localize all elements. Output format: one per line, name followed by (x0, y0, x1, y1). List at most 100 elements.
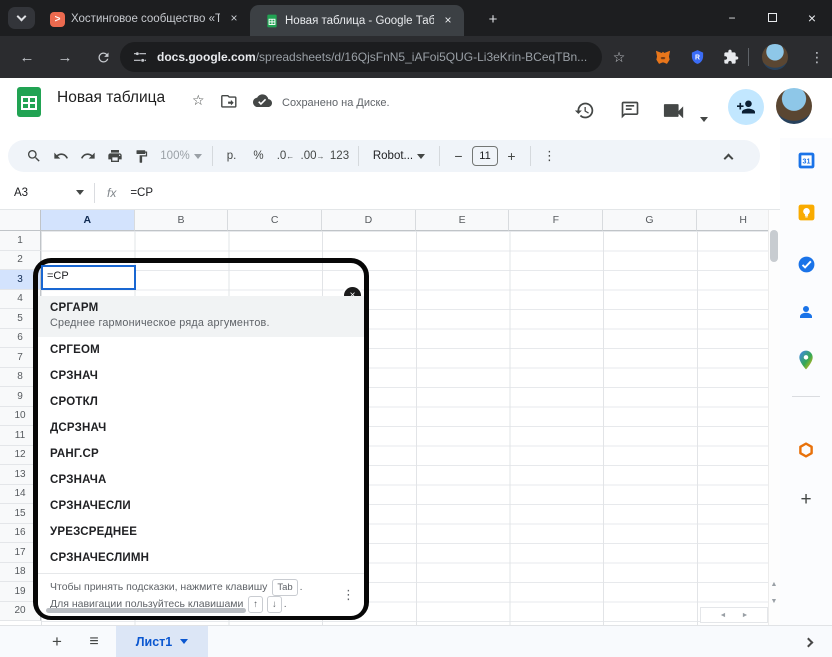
calendar-icon[interactable]: 31 (794, 148, 818, 172)
column-header-H[interactable]: H (696, 210, 768, 231)
maximize-icon (767, 13, 777, 22)
column-header-B[interactable]: B (134, 210, 229, 231)
suggestion-item[interactable]: ДСРЗНАЧ (38, 415, 364, 441)
column-header-C[interactable]: C (228, 210, 323, 231)
toolbar-divider (212, 146, 213, 166)
comments-icon[interactable] (620, 100, 640, 120)
scroll-up-icon[interactable]: ▲ (768, 581, 780, 588)
suggestion-item[interactable]: СРОТКЛ (38, 389, 364, 415)
tab-search-button[interactable] (8, 7, 35, 29)
address-bar[interactable]: docs.google.com/spreadsheets/d/16QjsFnN5… (120, 42, 602, 72)
site-settings-icon[interactable] (132, 49, 148, 65)
browser-window: > Хостинговое сообщество «Tim × Новая та… (0, 0, 832, 657)
redo-icon[interactable] (74, 143, 101, 169)
browser-menu-kebab-icon[interactable]: ⋮ (802, 36, 832, 78)
font-size-input[interactable]: 11 (472, 146, 498, 166)
column-header-G[interactable]: G (603, 210, 697, 231)
scroll-left-icon[interactable]: ◄ (717, 612, 729, 619)
browser-profile-avatar[interactable] (762, 44, 788, 70)
bookmark-star-icon[interactable]: ☆ (604, 36, 634, 78)
popup-kebab-icon[interactable]: ⋮ (342, 587, 355, 602)
increase-font-size-button[interactable]: + (498, 143, 525, 169)
metamask-extension-icon[interactable] (648, 36, 678, 78)
name-box[interactable]: A3 (14, 187, 72, 199)
tasks-icon[interactable] (794, 252, 818, 276)
formula-input[interactable]: =СР (130, 187, 153, 199)
select-all-corner[interactable] (0, 210, 41, 231)
increase-decimal-button[interactable]: .00 → (299, 143, 326, 169)
cell-editor[interactable]: =СР (41, 265, 136, 290)
suggestion-item[interactable]: СРЗНАЧЕСЛИМН (38, 545, 364, 571)
decrease-font-size-button[interactable]: − (445, 143, 472, 169)
tab-sheets-active[interactable]: Новая таблица - Google Табли × (250, 5, 464, 36)
shield-extension-icon[interactable]: R (682, 36, 712, 78)
undo-icon[interactable] (47, 143, 74, 169)
sheet-tab-active[interactable]: Лист1 (116, 626, 208, 657)
tab-title: Новая таблица - Google Табли (285, 14, 434, 27)
extensions-puzzle-icon[interactable] (716, 36, 746, 78)
column-header-A[interactable]: A (41, 210, 135, 231)
suggestion-item[interactable]: УРЕЗСРЕДНЕЕ (38, 519, 364, 545)
down-keycap: ↓ (267, 596, 282, 613)
back-button[interactable]: ← (12, 36, 42, 78)
addon-icon[interactable] (794, 438, 818, 462)
maps-icon[interactable] (794, 348, 818, 372)
decrease-decimal-button[interactable]: .0 ← (272, 143, 299, 169)
timeweb-favicon-icon: > (50, 11, 65, 27)
column-header-D[interactable]: D (322, 210, 416, 231)
zoom-select[interactable]: 100% (155, 143, 207, 169)
sheets-logo-icon[interactable] (16, 86, 42, 118)
close-tab-icon[interactable]: × (226, 11, 242, 27)
add-addon-plus-icon[interactable]: + (794, 488, 818, 512)
contacts-icon[interactable] (794, 300, 818, 324)
close-tab-icon[interactable]: × (440, 13, 456, 29)
saved-cloud-icon[interactable] (253, 94, 272, 109)
version-history-icon[interactable] (574, 100, 595, 121)
tab-timeweb[interactable]: > Хостинговое сообщество «Tim × (38, 6, 248, 32)
new-tab-button[interactable]: + (482, 8, 504, 30)
print-icon[interactable] (101, 143, 128, 169)
reload-button[interactable] (88, 36, 118, 78)
suggestion-item[interactable]: СРЗНАЧА (38, 467, 364, 493)
percent-format-button[interactable]: % (245, 143, 272, 169)
suggestion-item[interactable]: РАНГ.СР (38, 441, 364, 467)
maximize-button[interactable] (752, 0, 792, 35)
toolbar-more-kebab-icon[interactable]: ⋮ (536, 143, 563, 169)
sheet-tab-label: Лист1 (135, 634, 173, 649)
add-sheet-button[interactable]: + (46, 626, 68, 657)
forward-button[interactable]: → (50, 36, 80, 78)
move-folder-icon[interactable] (221, 95, 238, 109)
suggestion-item[interactable]: СРГАРМ Среднее гармоническое ряда аргумен… (38, 296, 364, 337)
expand-side-panel-icon[interactable] (796, 626, 820, 657)
paint-format-icon[interactable] (128, 143, 155, 169)
horizontal-scrollbar[interactable]: ◄ ► (700, 607, 768, 623)
keep-icon[interactable] (794, 200, 818, 224)
suggestion-item[interactable]: СРЗНАЧЕСЛИ (38, 493, 364, 519)
search-icon[interactable] (20, 143, 47, 169)
column-header-E[interactable]: E (415, 210, 510, 231)
camera-dropdown-caret-icon[interactable] (696, 109, 708, 127)
name-box-caret-icon[interactable] (76, 190, 84, 195)
currency-format-button[interactable]: р. (218, 143, 245, 169)
vertical-scrollbar[interactable] (768, 210, 780, 625)
scroll-down-icon[interactable]: ▼ (768, 598, 780, 605)
account-avatar[interactable] (776, 88, 812, 124)
share-button[interactable] (728, 89, 764, 125)
column-header-F[interactable]: F (509, 210, 604, 231)
font-select[interactable]: Robot... (364, 143, 434, 169)
row-header-1[interactable]: 1 (0, 231, 41, 251)
all-sheets-menu-icon[interactable]: ≡ (82, 626, 106, 657)
minimize-button[interactable]: − (712, 0, 752, 35)
meet-camera-icon[interactable] (663, 103, 685, 118)
suggestion-item[interactable]: СРГЕОМ (38, 337, 364, 363)
close-window-button[interactable]: × (792, 0, 832, 35)
collapse-toolbar-icon[interactable] (715, 143, 742, 169)
number-format-button[interactable]: 123 (326, 143, 353, 169)
scroll-right-icon[interactable]: ► (739, 612, 751, 619)
arrow-right-icon: → (316, 151, 325, 161)
document-title[interactable]: Новая таблица (57, 89, 165, 107)
vertical-scrollbar-thumb[interactable] (770, 230, 778, 262)
star-document-icon[interactable]: ☆ (192, 92, 205, 109)
popup-horizontal-scrollbar-thumb[interactable] (46, 608, 246, 613)
suggestion-item[interactable]: СРЗНАЧ (38, 363, 364, 389)
